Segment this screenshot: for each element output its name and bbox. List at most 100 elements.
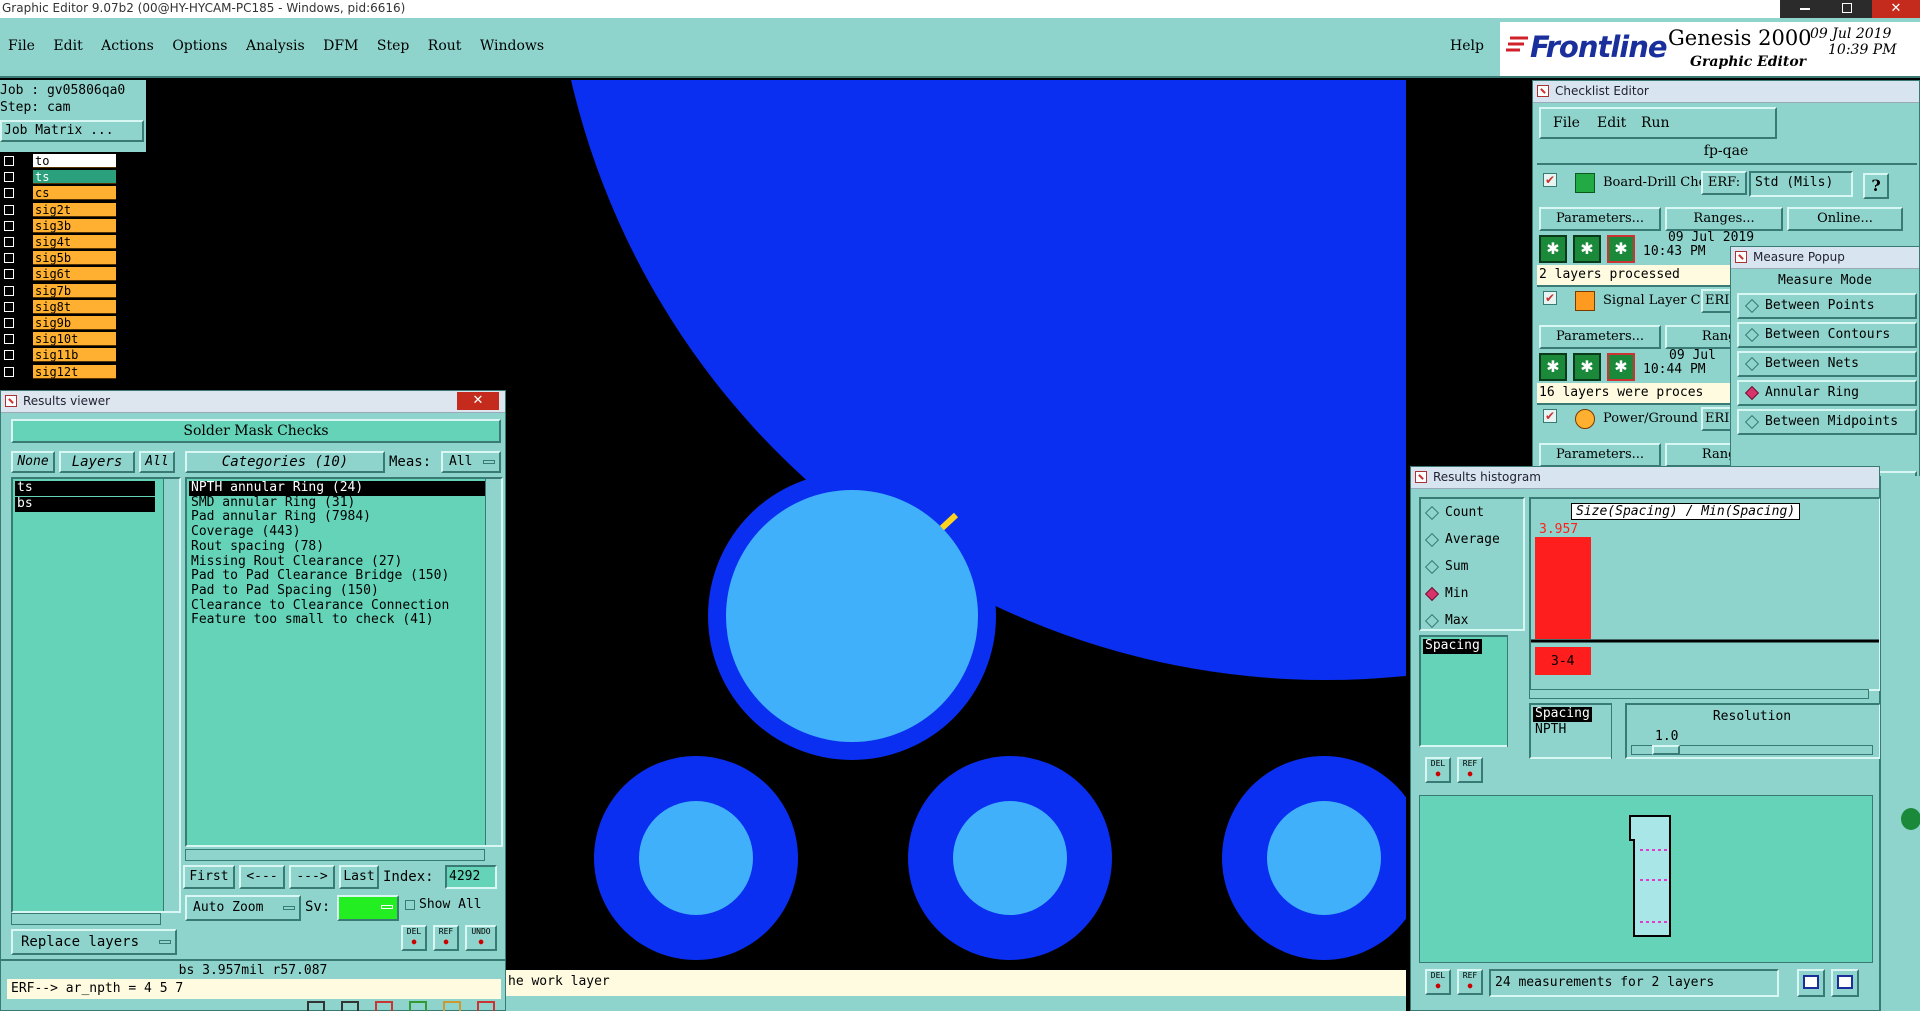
categories-scrollbar[interactable] — [485, 479, 501, 845]
tool-icon[interactable] — [409, 1001, 427, 1011]
layer-checkbox[interactable] — [4, 253, 14, 264]
layer-checkbox[interactable] — [4, 156, 14, 166]
category-item[interactable]: Pad annular Ring (7984) — [189, 510, 485, 525]
preview-del-button[interactable]: DEL ● — [1425, 969, 1451, 995]
histogram-list-scrollbar[interactable] — [1507, 635, 1519, 747]
layer-checkbox[interactable] — [4, 172, 14, 183]
action-2-checkbox[interactable]: ✔ — [1543, 291, 1557, 305]
zoom-out-icon[interactable] — [1831, 969, 1859, 997]
stat-option[interactable]: Sum — [1424, 559, 1468, 574]
result-layer-ts[interactable]: ts — [15, 480, 155, 496]
resolution-slider[interactable] — [1631, 745, 1873, 755]
action-1-name[interactable]: Board-Drill Che — [1603, 175, 1706, 190]
checklist-menu-run[interactable]: Run — [1641, 115, 1670, 131]
layer-item[interactable]: sig12t — [33, 364, 116, 379]
layer-item[interactable]: sig2t — [33, 202, 116, 217]
action-3-checkbox[interactable]: ✔ — [1543, 409, 1557, 423]
measure-option[interactable]: Between Midpoints — [1737, 409, 1917, 435]
layer-list[interactable]: to ts cs sig2t sig3b sig4t sig5b sig6t sig7b sig8… — [0, 152, 146, 390]
lower-list-scrollbar[interactable] — [1611, 703, 1623, 759]
layer-checkbox[interactable] — [4, 285, 14, 296]
measure-option[interactable]: Between Points — [1737, 293, 1917, 319]
categories-list[interactable]: NPTH annular Ring (24) SMD annular Ring (… — [185, 477, 503, 847]
measure-option[interactable]: Between Nets — [1737, 351, 1917, 377]
erf-value-field[interactable]: Std (Mils) — [1749, 171, 1853, 197]
last-button[interactable]: Last — [339, 865, 379, 889]
layer-item[interactable]: sig10t — [33, 332, 116, 347]
auto-zoom-dropdown[interactable]: Auto Zoom — [185, 895, 301, 921]
histogram-del-button[interactable]: DEL ● — [1425, 757, 1451, 783]
menu-file[interactable]: File — [8, 38, 35, 54]
histogram-list[interactable]: Spacing — [1419, 635, 1519, 747]
show-all-checkbox[interactable]: Show All — [405, 897, 482, 912]
action-2-parameters-button[interactable]: Parameters... — [1539, 325, 1661, 349]
category-item[interactable]: Missing Rout Clearance (27) — [189, 555, 485, 570]
index-field[interactable]: 4292 — [445, 865, 497, 889]
del-button[interactable]: DEL ● — [401, 925, 427, 951]
layer-item[interactable]: ts — [33, 170, 116, 185]
menu-windows[interactable]: Windows — [480, 38, 544, 54]
categories-button[interactable]: Categories (10) — [185, 451, 385, 473]
layer-checkbox[interactable] — [4, 366, 14, 377]
stat-option[interactable]: Count — [1424, 505, 1484, 520]
action-3-name[interactable]: Power/Ground C — [1603, 411, 1712, 426]
tool-icon[interactable] — [375, 1001, 393, 1011]
run-icon[interactable]: ✱ — [1607, 235, 1635, 263]
menu-analysis[interactable]: Analysis — [246, 38, 305, 54]
action-1-parameters-button[interactable]: Parameters... — [1539, 207, 1661, 231]
menu-help[interactable]: Help — [1450, 38, 1484, 54]
histogram-list-item[interactable]: Spacing — [1423, 638, 1482, 654]
layer-item[interactable]: to — [33, 154, 116, 168]
tool-icon[interactable] — [307, 1001, 325, 1011]
run-icon[interactable]: ✱ — [1573, 235, 1601, 263]
undo-button[interactable]: UNDO ● — [465, 925, 497, 951]
none-button[interactable]: None — [11, 451, 55, 473]
all-button[interactable]: All — [139, 451, 175, 473]
tool-icon[interactable] — [477, 1001, 495, 1011]
menu-actions[interactable]: Actions — [101, 38, 154, 54]
menu-rout[interactable]: Rout — [428, 38, 462, 54]
action-1-checkbox[interactable]: ✔ — [1543, 173, 1557, 187]
histogram-lower-list[interactable]: Spacing NPTH — [1529, 703, 1621, 759]
stat-option[interactable]: Average — [1424, 532, 1500, 547]
menu-dfm[interactable]: DFM — [323, 38, 358, 54]
layer-checkbox[interactable] — [4, 334, 14, 345]
histogram-ref-button[interactable]: REF ● — [1457, 757, 1483, 783]
category-item[interactable]: Feature too small to check (41) — [189, 613, 485, 628]
layer-item[interactable]: sig11b — [33, 348, 116, 363]
category-item[interactable]: SMD annular Ring (31) — [189, 496, 485, 511]
layer-checkbox[interactable] — [4, 269, 14, 280]
histogram-bar[interactable] — [1535, 537, 1591, 639]
action-1-online-button[interactable]: Online... — [1787, 207, 1903, 231]
first-button[interactable]: First — [183, 865, 235, 889]
category-item[interactable]: Pad to Pad Clearance Bridge (150) — [189, 569, 485, 584]
category-item[interactable]: Coverage (443) — [189, 525, 485, 540]
tool-icon[interactable] — [443, 1001, 461, 1011]
layer-item[interactable]: sig8t — [33, 299, 116, 314]
sv-color-dropdown[interactable] — [337, 895, 399, 921]
measure-option[interactable]: Annular Ring — [1737, 380, 1917, 406]
job-matrix-button[interactable]: Job Matrix ... — [0, 120, 144, 142]
layer-checkbox[interactable] — [4, 220, 14, 231]
layer-item[interactable]: sig6t — [33, 267, 116, 282]
menu-edit[interactable]: Edit — [53, 38, 82, 54]
layer-checkbox[interactable] — [4, 301, 14, 312]
run-icon[interactable]: ✱ — [1607, 353, 1635, 381]
close-icon[interactable]: ✕ — [457, 392, 499, 410]
category-item[interactable]: Pad to Pad Spacing (150) — [189, 584, 485, 599]
layer-checkbox[interactable] — [4, 204, 14, 215]
resolution-slider-thumb[interactable] — [1652, 745, 1680, 755]
category-item[interactable]: NPTH annular Ring (24) — [189, 481, 485, 496]
action-1-erf-button[interactable]: ERF: — [1701, 171, 1747, 195]
layers-hscrollbar[interactable] — [11, 913, 161, 925]
layer-item[interactable]: sig4t — [33, 235, 116, 249]
run-icon[interactable]: ✱ — [1573, 353, 1601, 381]
histogram-hscrollbar[interactable] — [1529, 689, 1869, 699]
action-2-name[interactable]: Signal Layer Ch — [1603, 293, 1709, 308]
layers-button[interactable]: Layers — [59, 451, 135, 473]
stat-option[interactable]: Max — [1424, 613, 1468, 628]
layers-scrollbar[interactable] — [163, 479, 179, 911]
action-1-ranges-button[interactable]: Ranges... — [1665, 207, 1783, 231]
meas-dropdown[interactable]: All — [441, 451, 501, 473]
stat-option[interactable]: Min — [1424, 586, 1468, 601]
